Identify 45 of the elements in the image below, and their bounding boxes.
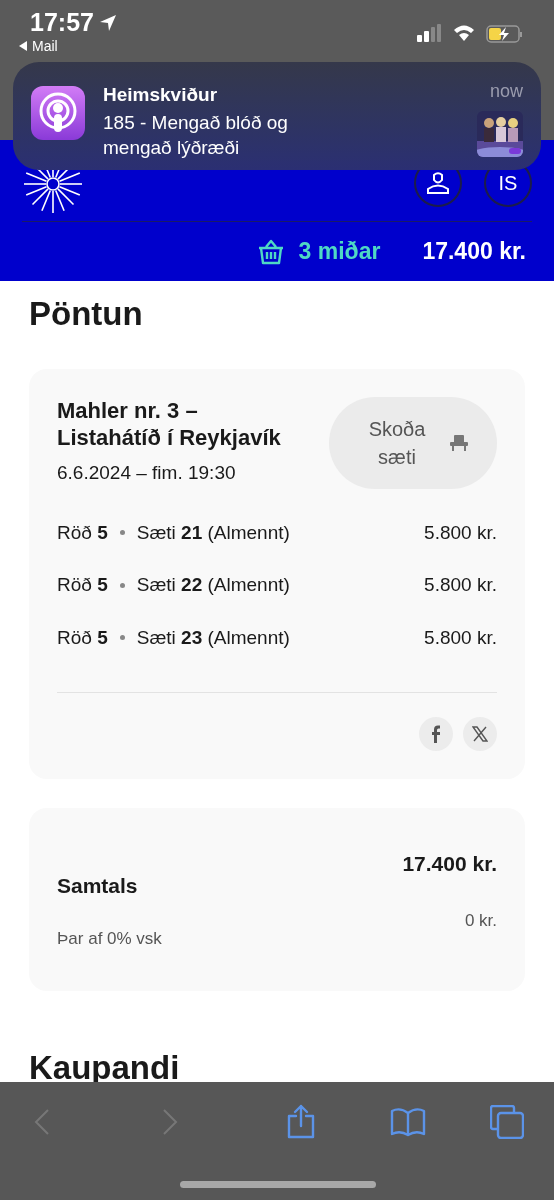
share-icon (286, 1104, 316, 1140)
row-label: Röð 5 (57, 520, 108, 545)
section-heading: Kaupandi (29, 1048, 181, 1088)
battery-charging-icon (486, 24, 524, 44)
vat-amount: 0 kr. (464, 909, 497, 932)
event-date: 6.6.2024 – fim. 19:30 (57, 460, 237, 485)
view-seats-button[interactable]: Skoða sæti (329, 396, 497, 489)
open-book-icon (390, 1107, 426, 1137)
notification-title: Heimskviður (103, 83, 219, 107)
vat-label: Þar af 0% vsk (57, 927, 162, 950)
ticket-price: 5.800 kr. (424, 625, 497, 650)
basket-icon (256, 238, 285, 265)
chevron-right-icon (162, 1108, 178, 1136)
facebook-icon (431, 725, 441, 743)
seat-label: Sæti 23 (Almennt) (136, 625, 290, 650)
row-label: Röð 5 (57, 573, 108, 597)
facebook-share-button[interactable] (419, 717, 453, 751)
back-triangle-icon (18, 39, 28, 52)
share-button[interactable] (286, 1104, 316, 1140)
back-to-app-link[interactable]: Mail (32, 37, 58, 54)
x-logo-icon (472, 726, 488, 742)
cart-link[interactable]: 3 miðar (256, 234, 381, 269)
ticket-price: 5.800 kr. (424, 573, 497, 597)
page-heading: Pöntun (29, 294, 144, 334)
notification-message: 185 - Mengað blóð og mengað lýðræði (103, 110, 289, 160)
podcast-app-icon (31, 86, 85, 140)
clock-time: 17:57 (30, 7, 94, 38)
x-share-button[interactable] (463, 717, 497, 751)
total-label: Samtals (57, 873, 139, 899)
ticket-price: 5.800 kr. (424, 520, 497, 545)
seat-label: Sæti 21 (Almennt) (136, 520, 290, 545)
bookmarks-button[interactable] (390, 1107, 426, 1137)
user-icon (427, 172, 449, 194)
seat-label: Sæti 22 (Almennt) (136, 573, 290, 597)
tabs-icon (490, 1105, 524, 1139)
tabs-button[interactable] (490, 1105, 524, 1139)
total-amount: 17.400 kr. (402, 851, 497, 877)
seat-icon (449, 432, 469, 453)
wifi-icon (452, 24, 476, 42)
notification-time: now (489, 80, 523, 103)
signal-icon (416, 24, 442, 44)
event-title: Mahler nr. 3 – Listahátíð í Reykjavík (57, 396, 282, 451)
chevron-left-icon (34, 1108, 50, 1136)
row-label: Röð 5 (57, 625, 108, 650)
cart-total: 17.400 kr. (422, 237, 526, 267)
